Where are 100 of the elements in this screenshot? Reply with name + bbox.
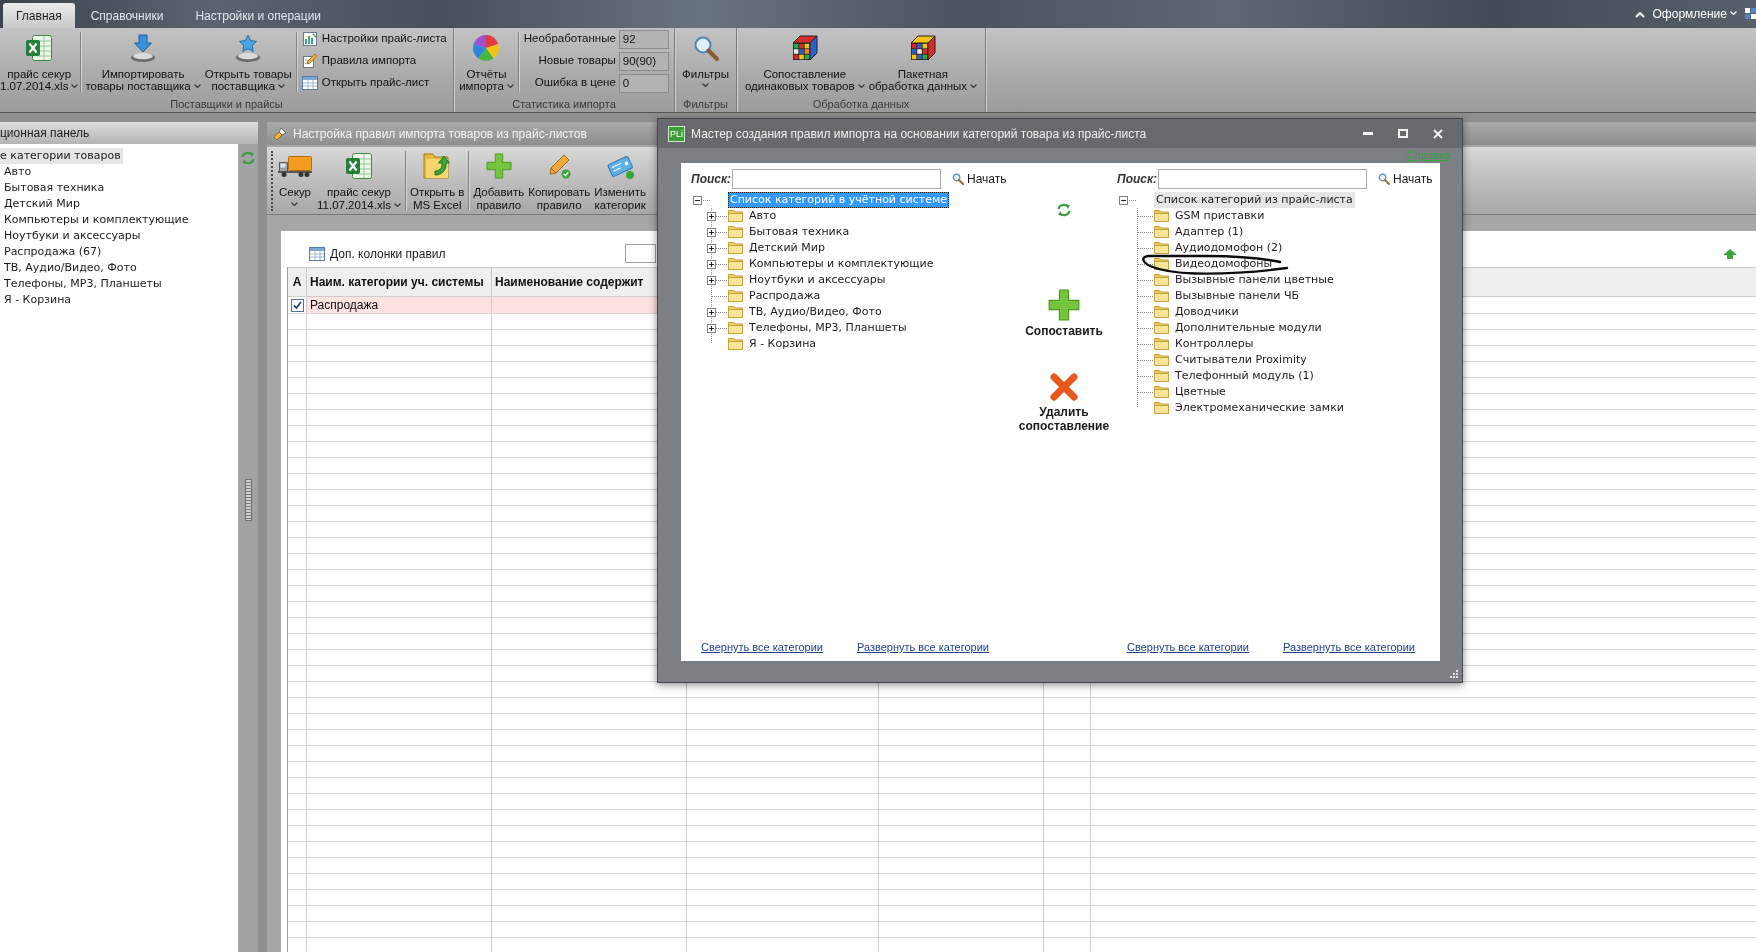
ribbon-button[interactable]: Сопоставление одинаковых товаров	[742, 28, 867, 92]
search-label: Поиск:	[1117, 171, 1158, 188]
ribbon-tab[interactable]: Справочники	[74, 3, 180, 28]
tree-item[interactable]: Детский Мир	[4, 196, 80, 212]
search-button[interactable]: Начать	[1378, 170, 1433, 188]
expand-icon[interactable]	[707, 212, 716, 221]
expand-icon[interactable]	[707, 276, 716, 285]
extra-columns-button[interactable]: Доп. колонки правил	[309, 244, 446, 263]
tree-item[interactable]: Компьютеры и комплектующие	[4, 212, 189, 228]
toolbar-button[interactable]: Добавить правило	[471, 147, 527, 213]
tree-item[interactable]: Список категорий из прайс-листа	[1154, 192, 1355, 208]
tree-item[interactable]: е категории товаров	[0, 148, 123, 164]
ribbon-button[interactable]: Отчёты импорта	[457, 28, 516, 92]
action-button[interactable]: Удалить сопоставление	[1018, 372, 1110, 433]
tiles-icon[interactable]	[1745, 8, 1756, 20]
ribbon-tab[interactable]: Настройки и операции	[179, 3, 338, 28]
toolbar-button[interactable]: Копировать правило	[526, 147, 593, 213]
ribbon-button[interactable]: Импортировать товары поставщика	[83, 28, 203, 92]
tree-item[interactable]: Детский Мир	[748, 240, 826, 256]
ribbon-small-button[interactable]: Открыть прайс-лист	[301, 73, 447, 93]
tree-item[interactable]: Бытовая техника	[748, 224, 851, 240]
search-field[interactable]	[1158, 169, 1367, 189]
tree-item[interactable]: ТВ, Аудио/Видео, Фото	[748, 304, 883, 320]
tree-item[interactable]: Телефоны, MP3, Планшеты	[4, 276, 162, 292]
panel-title: ционная панель	[0, 122, 258, 144]
tree-item[interactable]: Телефонный модуль (1)	[1174, 368, 1315, 384]
expand-icon[interactable]	[707, 324, 716, 333]
expand-icon[interactable]	[707, 244, 716, 253]
chart-document-icon	[301, 31, 318, 47]
ribbon-button[interactable]: Открыть товары поставщика	[202, 28, 294, 92]
tree-item[interactable]: GSM приставки	[1174, 208, 1266, 224]
tree-item[interactable]: Распродажа (67)	[4, 244, 102, 260]
folder-icon	[728, 338, 743, 350]
stat-label: Ошибка в цене	[534, 75, 616, 91]
expand-icon[interactable]	[707, 228, 716, 237]
tree-item[interactable]: Аудиодомофон (2)	[1174, 240, 1284, 256]
tree-item[interactable]: Вызывные панели цветные	[1174, 272, 1335, 288]
tree-item[interactable]: Видеодомофоны	[1174, 256, 1274, 272]
toolbar-button[interactable]: прайс секур 11.07.2014.xls	[315, 147, 403, 213]
ribbon-button[interactable]: Фильтры	[680, 28, 731, 92]
input-field[interactable]	[625, 244, 656, 263]
expand-icon[interactable]	[707, 308, 716, 317]
ribbon-tab[interactable]: Главная	[3, 3, 75, 28]
tree-item[interactable]: Доводчики	[1174, 304, 1240, 320]
tree-item[interactable]: Ноутбуки и аксессуары	[4, 228, 141, 244]
tree-item[interactable]: ТВ, Аудио/Видео, Фото	[4, 260, 137, 276]
plus-icon	[1048, 289, 1080, 321]
toolbar-button[interactable]: Секур	[275, 147, 315, 213]
stat-value-field: 92	[618, 29, 669, 49]
tree-item[interactable]: Считыватели Proximity	[1174, 352, 1308, 368]
tree-item[interactable]: Авто	[748, 208, 778, 224]
chevron-up-icon[interactable]	[1634, 10, 1645, 18]
toolbar-button[interactable]: Открыть в MS Excel	[407, 147, 467, 213]
ribbon-button[interactable]: Пакетная обработка данных	[866, 28, 980, 92]
tree-item[interactable]: Телефоны, MP3, Планшеты	[748, 320, 908, 336]
tree-item[interactable]: Авто	[4, 164, 32, 180]
spreadsheet-icon	[343, 151, 374, 181]
pie-chart-icon	[471, 33, 502, 63]
checkbox[interactable]	[290, 298, 304, 312]
ribbon-small-button[interactable]: Настройки прайс-листа	[301, 29, 447, 49]
tree-item[interactable]: Бытовая техника	[4, 180, 105, 196]
stat-label: Новые товары	[538, 53, 616, 69]
search-label: Поиск:	[691, 171, 732, 188]
tree-item[interactable]: Вызывные панели ЧБ	[1174, 288, 1301, 304]
search-icon	[952, 173, 964, 185]
link[interactable]: Развернуть все категории	[1282, 640, 1415, 654]
ribbon-button[interactable]: прайс секур 1.07.2014.xls	[0, 28, 79, 92]
toolbar-button[interactable]: Изменить категорик	[592, 147, 649, 213]
up-arrow-icon[interactable]	[1723, 248, 1737, 259]
link[interactable]: Развернуть все категории	[856, 640, 989, 654]
search-icon	[1378, 173, 1390, 185]
search-field[interactable]	[732, 169, 941, 189]
expand-icon[interactable]	[707, 260, 716, 269]
collapse-icon[interactable]	[693, 196, 702, 205]
splitter-handle[interactable]	[244, 479, 252, 521]
tree-item[interactable]: Я - Корзина	[748, 336, 818, 352]
action-button[interactable]: Сопоставить	[1025, 289, 1103, 338]
tree-item[interactable]: Ноутбуки и аксессуары	[748, 272, 887, 288]
folder-icon	[1154, 354, 1169, 366]
collapse-icon[interactable]	[1119, 196, 1128, 205]
tree-item[interactable]: Электромеханические замки	[1174, 400, 1345, 416]
tree-item[interactable]: Распродажа	[748, 288, 822, 304]
resize-grip-icon[interactable]	[1450, 670, 1458, 678]
link[interactable]: Свернуть все категории	[701, 640, 823, 654]
folder-icon	[1154, 322, 1169, 334]
tree-item[interactable]: Компьютеры и комплектующие	[748, 256, 935, 272]
tree-item[interactable]: Я - Корзина	[4, 292, 72, 308]
minimize-icon	[1363, 132, 1373, 135]
tree-item[interactable]: Цветные	[1174, 384, 1227, 400]
tree-item[interactable]: Дополнительные модули	[1174, 320, 1323, 336]
tree-item[interactable]: Контроллеры	[1174, 336, 1255, 352]
tree-item[interactable]: Адаптер (1)	[1174, 224, 1245, 240]
link[interactable]: Свернуть все категории	[1127, 640, 1249, 654]
ribbon-small-button[interactable]: Правила импорта	[301, 51, 447, 71]
column-header: Наим. категории уч. системы	[307, 268, 492, 296]
group-label: Поставщики и прайсы	[170, 96, 283, 112]
refresh-icon[interactable]	[1056, 203, 1072, 217]
search-button[interactable]: Начать	[952, 170, 1007, 188]
layout-menu[interactable]: Оформление	[1652, 5, 1737, 23]
maximize-icon	[1398, 129, 1408, 138]
